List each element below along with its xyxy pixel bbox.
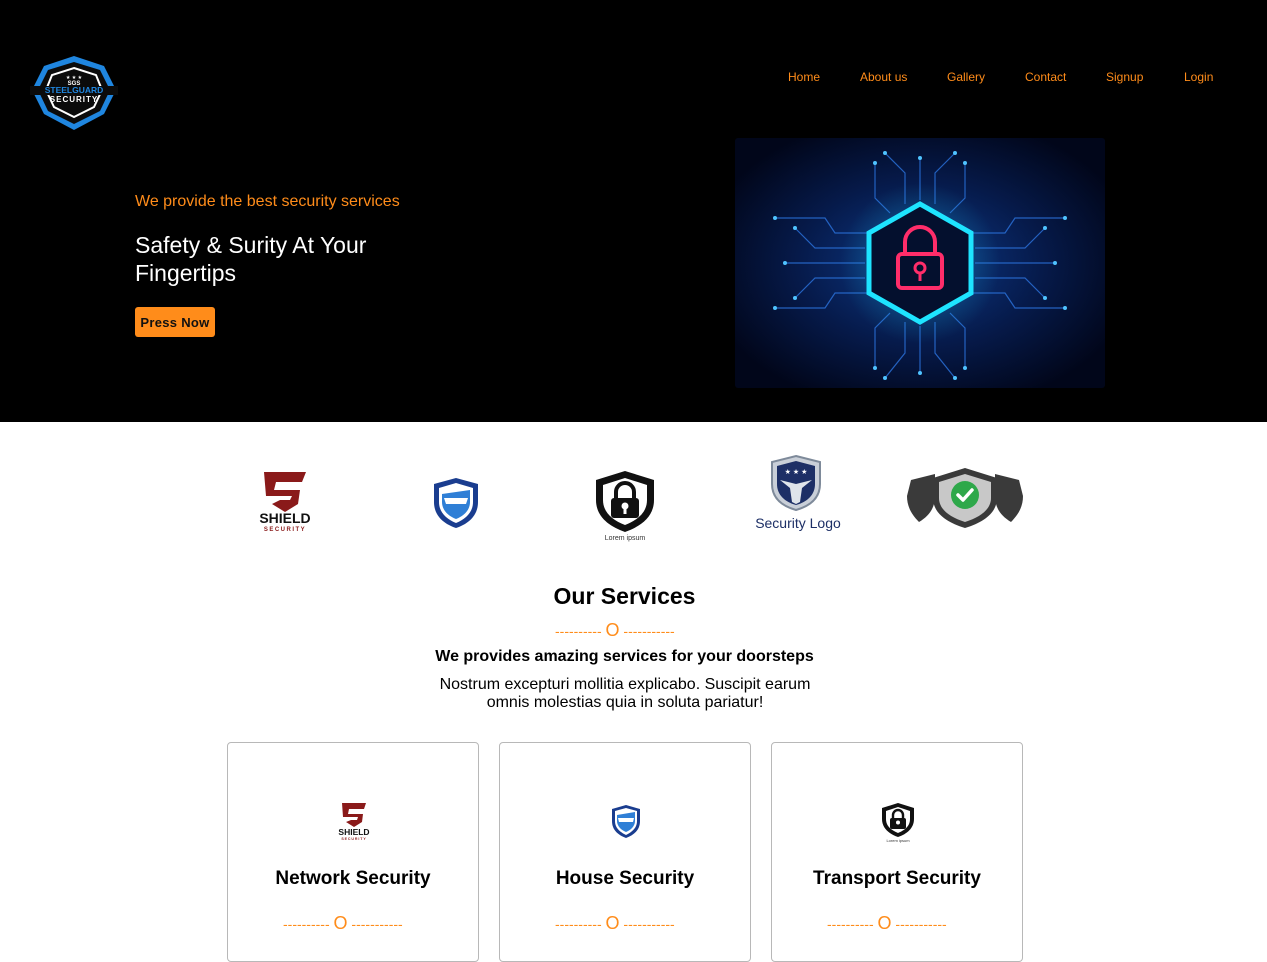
divider-mark: O bbox=[605, 913, 620, 933]
partner-shield-word: SHIELD bbox=[259, 510, 310, 526]
svg-text:Lorem ipsum: Lorem ipsum bbox=[886, 838, 910, 843]
padlock-shield-card-icon: Lorem ipsum bbox=[882, 803, 914, 843]
padlock-shield-logo-icon: Lorem ipsum bbox=[596, 471, 654, 542]
card-divider: ---------- O ----------- bbox=[555, 913, 675, 934]
service-card-house[interactable]: House Security ---------- O ----------- bbox=[499, 742, 751, 962]
nav-signup[interactable]: Signup bbox=[1106, 70, 1143, 84]
divider-mark: O bbox=[605, 620, 620, 640]
divider-left: ---------- bbox=[827, 916, 874, 932]
svg-text:★ ★ ★: ★ ★ ★ bbox=[785, 468, 808, 476]
divider-mark: O bbox=[877, 913, 892, 933]
card-divider: ---------- O ----------- bbox=[283, 913, 403, 934]
nav-gallery[interactable]: Gallery bbox=[947, 70, 985, 84]
eagle-shield-logo-icon: ★ ★ ★ Security Logo bbox=[755, 454, 841, 531]
divider-right: ----------- bbox=[623, 623, 675, 639]
service-card-title: Transport Security bbox=[813, 868, 981, 889]
divider-right: ----------- bbox=[895, 916, 947, 932]
nav-about-us[interactable]: About us bbox=[860, 70, 907, 84]
services-divider: ---------- O ----------- bbox=[555, 620, 675, 641]
services-description: Nostrum excepturi mollitia explicabo. Su… bbox=[439, 676, 811, 711]
shield-security-card-icon: SHIELD SECURITY bbox=[338, 803, 370, 841]
press-now-button[interactable]: Press Now bbox=[135, 307, 215, 337]
service-card-title: House Security bbox=[555, 868, 695, 889]
service-card-title: Network Security bbox=[275, 868, 431, 889]
brand-subname: SECURITY bbox=[50, 95, 98, 104]
svg-text:SECURITY: SECURITY bbox=[341, 837, 366, 841]
partner-lorem-small: Lorem ipsum bbox=[605, 535, 646, 542]
svg-text:SHIELD: SHIELD bbox=[338, 827, 369, 837]
padlock-circuit-icon bbox=[735, 138, 1105, 388]
divider-right: ----------- bbox=[623, 916, 675, 932]
services-subtitle: We provides amazing services for your do… bbox=[435, 648, 814, 665]
partner-logos: SHIELD SECURITY Lorem ipsum ★ ★ ★ Securi… bbox=[0, 448, 1267, 568]
hero-section: ★ ★ ★ SGS STEELGUARD SECURITY Home About… bbox=[0, 0, 1267, 422]
brand-name: STEELGUARD bbox=[45, 85, 104, 95]
shield-security-logo-icon: SHIELD SECURITY bbox=[259, 472, 311, 533]
partner-shield-small: SECURITY bbox=[264, 527, 306, 533]
divider-left: ---------- bbox=[283, 916, 330, 932]
service-card-transport[interactable]: Lorem ipsum Transport Security ---------… bbox=[771, 742, 1023, 962]
blue-shield-card-icon bbox=[612, 805, 640, 838]
check-shield-logo-icon bbox=[907, 468, 1023, 528]
hero-tagline: We provide the best security services bbox=[135, 193, 400, 210]
blue-shield-logo-icon bbox=[434, 478, 478, 528]
shield-logo-icon[interactable]: ★ ★ ★ SGS STEELGUARD SECURITY bbox=[30, 54, 118, 132]
services-title: Our Services bbox=[553, 583, 696, 609]
nav-home[interactable]: Home bbox=[788, 70, 820, 84]
hero-title: Safety & Surity At Your Fingertips bbox=[135, 232, 367, 286]
divider-right: ----------- bbox=[351, 916, 403, 932]
divider-left: ---------- bbox=[555, 916, 602, 932]
card-divider: ---------- O ----------- bbox=[827, 913, 947, 934]
nav-contact[interactable]: Contact bbox=[1025, 70, 1066, 84]
divider-mark: O bbox=[333, 913, 348, 933]
nav-login[interactable]: Login bbox=[1184, 70, 1213, 84]
partner-security-logo-word: Security Logo bbox=[755, 515, 841, 531]
divider-left: ---------- bbox=[555, 623, 602, 639]
service-card-network[interactable]: SHIELD SECURITY Network Security -------… bbox=[227, 742, 479, 962]
